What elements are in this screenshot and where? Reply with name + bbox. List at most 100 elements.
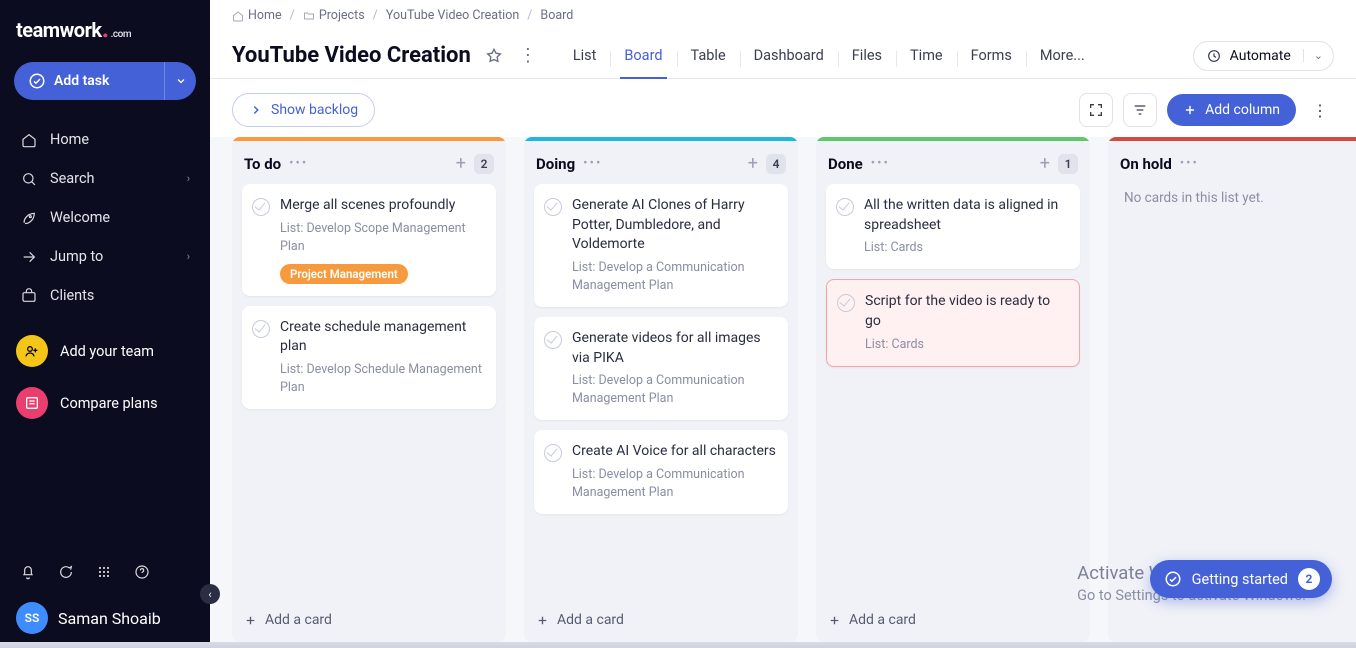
apps-icon[interactable]: [96, 564, 112, 580]
rocket-icon: [20, 210, 38, 226]
checkbox[interactable]: [544, 331, 562, 349]
header-more-button[interactable]: ⋮: [517, 45, 539, 66]
checkbox[interactable]: [836, 198, 854, 216]
checkbox[interactable]: [252, 320, 270, 338]
breadcrumb-project[interactable]: YouTube Video Creation: [386, 8, 519, 23]
expand-button[interactable]: [1079, 93, 1113, 127]
tab-forms[interactable]: Forms: [957, 33, 1026, 78]
checkbox[interactable]: [837, 294, 855, 312]
add-task-split[interactable]: [164, 62, 196, 100]
add-card-button[interactable]: Add a card: [524, 600, 798, 642]
column-menu-button[interactable]: •••: [1180, 156, 1199, 171]
star-button[interactable]: [485, 47, 503, 65]
column-menu-button[interactable]: •••: [871, 156, 890, 171]
sidebar-item-clients[interactable]: Clients: [0, 276, 210, 315]
sidebar-item-label: Clients: [50, 287, 94, 304]
tab-label: More...: [1040, 47, 1085, 64]
tab-table[interactable]: Table: [677, 33, 740, 78]
getting-started-button[interactable]: Getting started 2: [1150, 560, 1332, 598]
sidebar-item-jumpto[interactable]: Jump to›: [0, 237, 210, 276]
tab-time[interactable]: Time: [896, 33, 957, 78]
compare-plans-label: Compare plans: [60, 395, 158, 412]
tab-dashboard[interactable]: Dashboard: [740, 33, 838, 78]
main: Home / Projects / YouTube Video Creation…: [210, 0, 1356, 648]
card-meta: List: Develop a Communication Management…: [572, 372, 776, 408]
add-card-label: Add a card: [265, 612, 332, 628]
checkbox[interactable]: [544, 198, 562, 216]
user-menu[interactable]: SS Saman Shoaib: [0, 590, 210, 648]
task-card[interactable]: Generate AI Clones of Harry Potter, Dumb…: [534, 184, 788, 307]
column-menu-button[interactable]: •••: [289, 156, 308, 171]
card-meta: List: Develop Schedule Management Plan: [280, 361, 484, 397]
sidebar-item-home[interactable]: Home: [0, 120, 210, 159]
checkbox[interactable]: [544, 444, 562, 462]
breadcrumb-sep: /: [290, 8, 295, 23]
breadcrumb-home[interactable]: Home: [232, 8, 282, 23]
tab-label: Dashboard: [754, 47, 824, 64]
sidebar-nav: Home Search› Welcome Jump to› Clients: [0, 118, 210, 317]
collapse-sidebar-button[interactable]: ‹: [200, 584, 220, 604]
card-meta: List: Cards: [864, 239, 1068, 257]
filter-icon: [1132, 102, 1148, 118]
tab-label: Board: [624, 47, 662, 64]
card-title: Generate AI Clones of Harry Potter, Dumb…: [572, 196, 776, 255]
column-count: 4: [766, 154, 786, 174]
compare-plans-icon: [16, 387, 48, 419]
task-card[interactable]: Create AI Voice for all characters List:…: [534, 430, 788, 514]
task-card[interactable]: Generate videos for all images via PIKA …: [534, 317, 788, 420]
chat-icon[interactable]: [58, 564, 74, 580]
chevron-right-icon: [249, 103, 263, 117]
card-title: Script for the video is ready to go: [865, 292, 1067, 331]
avatar: SS: [16, 602, 48, 634]
tab-label: List: [573, 47, 597, 64]
check-circle-icon: [1164, 570, 1182, 588]
help-icon[interactable]: [134, 564, 150, 580]
task-card[interactable]: Script for the video is ready to go List…: [826, 279, 1080, 366]
board-toolbar: Show backlog Add column ⋮: [210, 79, 1356, 137]
add-team-button[interactable]: Add your team: [0, 325, 210, 377]
project-header: YouTube Video Creation ⋮ List Board Tabl…: [210, 27, 1356, 79]
card-tag: Project Management: [280, 264, 408, 284]
tab-list[interactable]: List: [559, 33, 611, 78]
board-column: To do ••• + 2 Merge all scenes profoundl…: [232, 137, 506, 642]
tab-board[interactable]: Board: [610, 33, 676, 78]
sidebar-item-welcome[interactable]: Welcome: [0, 198, 210, 237]
sidebar: teamwork..com Add task Home Search› Welc…: [0, 0, 210, 648]
card-title: Create AI Voice for all characters: [572, 442, 776, 462]
card-meta: List: Develop a Communication Management…: [572, 466, 776, 502]
column-add-button[interactable]: +: [456, 153, 466, 174]
show-backlog-button[interactable]: Show backlog: [232, 93, 375, 127]
chevron-down-icon: ⌄: [1303, 49, 1323, 62]
add-task-main[interactable]: Add task: [14, 72, 164, 90]
add-card-button[interactable]: Add a card: [232, 600, 506, 642]
breadcrumb-projects[interactable]: Projects: [303, 8, 365, 23]
tab-more[interactable]: More...: [1026, 33, 1099, 78]
checkbox[interactable]: [252, 198, 270, 216]
add-task-button[interactable]: Add task: [14, 62, 196, 100]
add-column-button[interactable]: Add column: [1167, 94, 1296, 126]
user-name: Saman Shoaib: [58, 609, 161, 628]
board-more-button[interactable]: ⋮: [1306, 101, 1334, 120]
plus-icon: [244, 614, 257, 627]
column-body: Merge all scenes profoundly List: Develo…: [232, 184, 506, 600]
breadcrumb-label: Board: [540, 8, 573, 23]
tab-files[interactable]: Files: [838, 33, 896, 78]
column-add-button[interactable]: +: [1040, 153, 1050, 174]
automate-label: Automate: [1230, 48, 1291, 64]
task-card[interactable]: Merge all scenes profoundly List: Develo…: [242, 184, 496, 296]
getting-started-label: Getting started: [1192, 571, 1288, 588]
column-title: On hold: [1120, 155, 1172, 173]
task-card[interactable]: All the written data is aligned in sprea…: [826, 184, 1080, 269]
home-icon: [232, 10, 244, 22]
bell-icon[interactable]: [20, 564, 36, 580]
automate-button[interactable]: Automate ⌄: [1193, 41, 1334, 71]
task-card[interactable]: Create schedule management plan List: De…: [242, 306, 496, 409]
chevron-right-icon: ›: [187, 250, 190, 263]
column-add-button[interactable]: +: [748, 153, 758, 174]
sidebar-item-search[interactable]: Search›: [0, 159, 210, 198]
card-meta: List: Cards: [865, 336, 1067, 354]
filter-button[interactable]: [1123, 93, 1157, 127]
add-card-button[interactable]: Add a card: [816, 600, 1090, 642]
compare-plans-button[interactable]: Compare plans: [0, 377, 210, 429]
column-menu-button[interactable]: •••: [583, 156, 602, 171]
